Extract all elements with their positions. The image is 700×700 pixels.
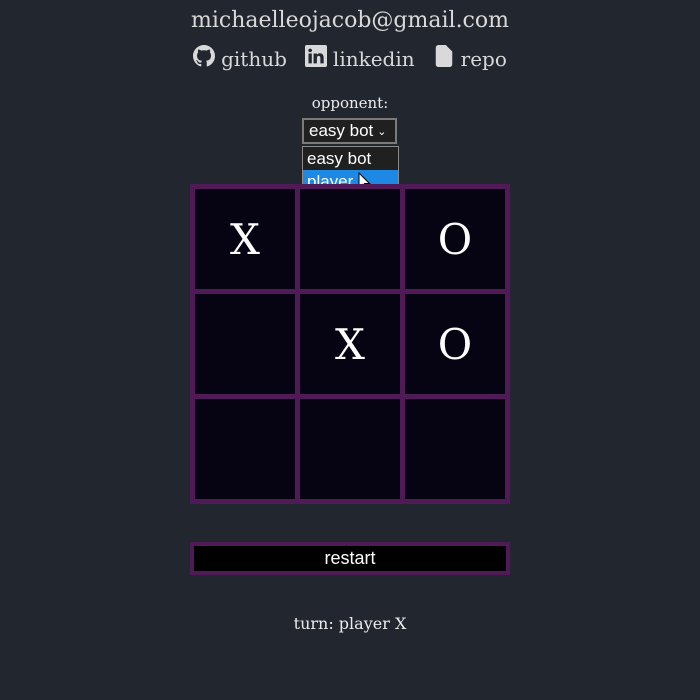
github-link[interactable]: github <box>193 45 287 72</box>
game-board: X O X O <box>190 184 510 504</box>
tic-tac-toe-page: michaelleojacob@gmail.com github linkedi… <box>0 0 700 700</box>
linkedin-label: linkedin <box>332 46 415 71</box>
repo-label: repo <box>460 46 507 71</box>
restart-button[interactable]: restart <box>190 542 510 575</box>
linkedin-icon <box>304 45 327 72</box>
option-easy-bot[interactable]: easy bot <box>303 147 398 170</box>
board-cell[interactable]: O <box>405 294 505 394</box>
file-icon <box>433 45 455 72</box>
board-cell[interactable]: O <box>405 189 505 289</box>
board-cell[interactable] <box>195 294 295 394</box>
contact-email: michaelleojacob@gmail.com <box>190 8 509 33</box>
board-cell[interactable] <box>300 189 400 289</box>
opponent-select-value: easy bot <box>309 121 374 140</box>
chevron-down-icon: ⌄ <box>377 125 387 138</box>
board-cell[interactable]: X <box>300 294 400 394</box>
opponent-select[interactable]: easy bot ⌄ <box>302 118 397 144</box>
github-label: github <box>221 46 287 71</box>
board-cell[interactable] <box>405 399 505 499</box>
board-cell[interactable]: X <box>195 189 295 289</box>
repo-link[interactable]: repo <box>433 45 507 72</box>
turn-status: turn: player X <box>293 614 407 633</box>
linkedin-link[interactable]: linkedin <box>304 45 415 72</box>
github-icon <box>193 45 216 72</box>
board-cell[interactable] <box>195 399 295 499</box>
board-cell[interactable] <box>300 399 400 499</box>
social-links: github linkedin repo <box>0 45 700 72</box>
opponent-label: opponent: <box>311 94 389 112</box>
